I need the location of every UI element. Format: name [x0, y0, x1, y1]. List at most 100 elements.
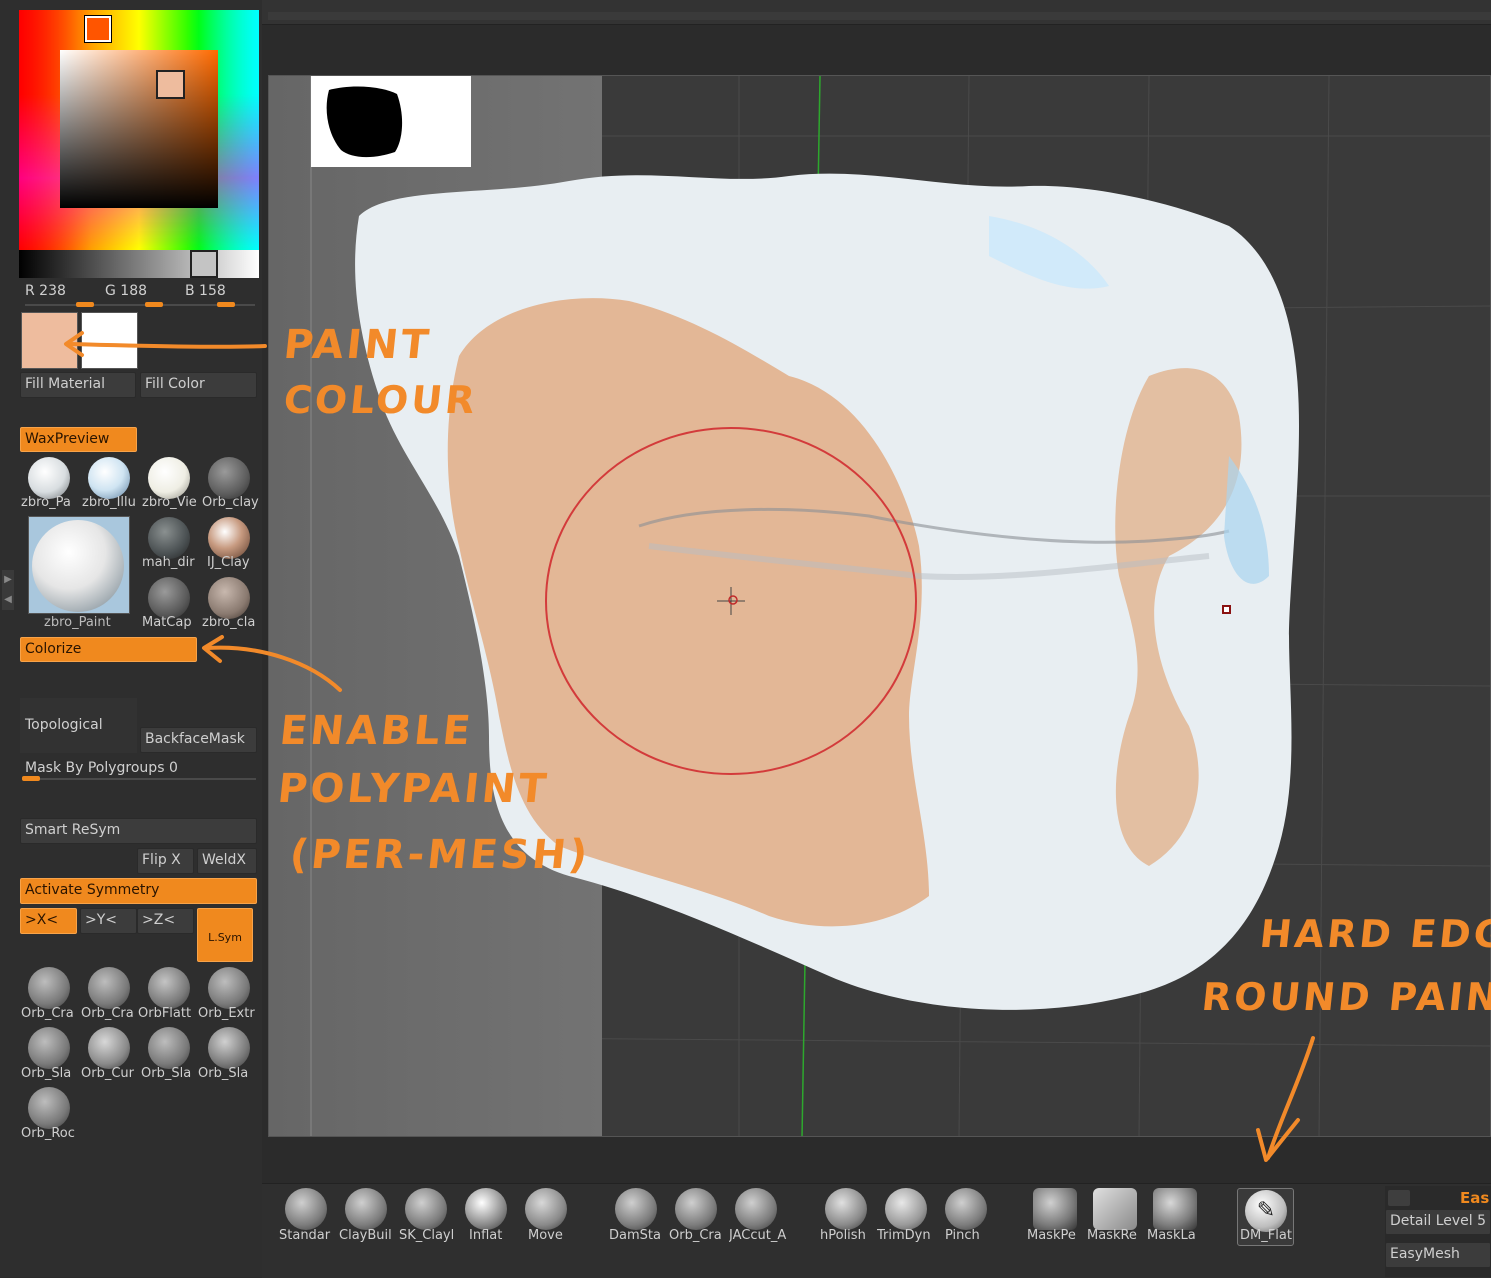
hue-selector[interactable] [84, 15, 112, 43]
symmetry-x-button[interactable]: >X< [20, 908, 77, 934]
r-slider-thumb[interactable] [76, 302, 94, 307]
weld-x-button[interactable]: WeldX [197, 848, 257, 874]
activate-symmetry-button[interactable]: Activate Symmetry [20, 878, 257, 904]
material-sphere-blue-icon[interactable] [88, 457, 130, 499]
r-value[interactable]: R 238 [25, 283, 66, 299]
material-big-sphere-icon [32, 520, 124, 612]
brush-crack-icon[interactable] [88, 967, 130, 1009]
brush-hpolish-icon[interactable] [825, 1188, 867, 1230]
smart-resym-button[interactable]: Smart ReSym [20, 818, 257, 844]
material-label: zbro_Vie [142, 495, 197, 510]
shelf-brush-label: SK_Clayl [399, 1228, 455, 1243]
saturation-value-square[interactable] [60, 50, 218, 208]
gray-slider-handle[interactable] [190, 250, 218, 278]
material-label: Orb_clay [202, 495, 259, 510]
shelf-brush-label: Inflat [469, 1228, 503, 1243]
annotation-hard-edge: HARD EDGE [1257, 912, 1491, 956]
shelf-brush-label: Orb_Cra [669, 1228, 722, 1243]
material-sphere-dark-icon[interactable] [148, 517, 190, 559]
brush-crack-icon[interactable] [28, 967, 70, 1009]
mask-by-polygroups-slider[interactable]: Mask By Polygroups 0 [25, 760, 178, 776]
brush-rock-icon[interactable] [28, 1087, 70, 1129]
brush-maskrect-icon[interactable] [1093, 1188, 1137, 1230]
brush-standard-icon[interactable] [285, 1188, 327, 1230]
main-color-swatch[interactable] [21, 312, 78, 369]
brush-jaccut-icon[interactable] [735, 1188, 777, 1230]
brush-label: Orb_Extr [198, 1006, 255, 1021]
color-selector[interactable] [156, 70, 185, 99]
shelf-brush-label: DamSta [609, 1228, 661, 1243]
fill-color-button[interactable]: Fill Color [140, 372, 257, 398]
active-brush-label: DM_Flat [1240, 1228, 1292, 1243]
brush-label: Orb_Sla [21, 1066, 72, 1081]
easymesh-button[interactable]: EasyMesh [1385, 1242, 1491, 1268]
topological-button[interactable]: Topological [25, 717, 103, 733]
shelf-brush-label: Standar [279, 1228, 331, 1243]
brush-slash-icon[interactable] [28, 1027, 70, 1069]
brush-label: Orb_Roc [21, 1126, 75, 1141]
local-symmetry-label: L.Sym [208, 931, 242, 944]
b-slider-thumb[interactable] [217, 302, 235, 307]
annotation-paint-colour: PAINT [281, 322, 434, 368]
material-sphere-brown-icon[interactable] [208, 577, 250, 619]
annotation-paint-colour-2: COLOUR [281, 378, 480, 422]
detail-level-slider[interactable]: Detail Level 5 [1385, 1209, 1491, 1235]
brush-label: Orb_Sla [141, 1066, 192, 1081]
material-sphere-gray-icon[interactable] [208, 457, 250, 499]
material-label: zbro_Pa [21, 495, 71, 510]
shelf-brush-label: Pinch [945, 1228, 980, 1243]
symmetry-z-button[interactable]: >Z< [137, 908, 194, 934]
material-big-label: zbro_Paint [44, 615, 111, 630]
backface-mask-button[interactable]: BackfaceMask [140, 727, 257, 753]
shelf-brush-label: Move [528, 1228, 563, 1243]
shelf-brush-label: ClayBuil [339, 1228, 392, 1243]
brush-label: Orb_Cra [21, 1006, 74, 1021]
flip-x-button[interactable]: Flip X [137, 848, 194, 874]
material-sphere-gray-icon[interactable] [148, 577, 190, 619]
shelf-brush-label: MaskPe [1027, 1228, 1076, 1243]
brush-label: OrbFlatt [138, 1006, 192, 1021]
brush-trimdynamic-icon[interactable] [885, 1188, 927, 1230]
brush-masklasso-icon[interactable] [1153, 1188, 1197, 1230]
paint-brush-icon: ✎ [1245, 1190, 1287, 1232]
brush-claybuildup-icon[interactable] [345, 1188, 387, 1230]
brush-inflate-icon[interactable] [465, 1188, 507, 1230]
shelf-brush-label: MaskLa [1147, 1228, 1196, 1243]
brush-pinch-icon[interactable] [945, 1188, 987, 1230]
alpha-preview-thumbnail [311, 76, 471, 167]
brush-label: Orb_Cur [81, 1066, 134, 1081]
alpha-shape [326, 86, 403, 158]
shelf-brush-label: JACcut_A [729, 1228, 787, 1243]
annotation-enable-polypaint-3: (PER-MESH) [287, 832, 593, 878]
brush-maskpen-icon[interactable] [1033, 1188, 1077, 1230]
material-sphere-skin-icon[interactable] [208, 517, 250, 559]
wax-preview-button[interactable]: WaxPreview [20, 427, 137, 452]
brush-slash-icon[interactable] [208, 1027, 250, 1069]
brush-slash-icon[interactable] [148, 1027, 190, 1069]
shelf-brush-label: MaskRe [1087, 1228, 1137, 1243]
brush-crack-icon[interactable] [675, 1188, 717, 1230]
annotation-enable-polypaint-2: POLYPAINT [275, 766, 552, 812]
brush-damstandard-icon[interactable] [615, 1188, 657, 1230]
secondary-color-swatch[interactable] [81, 312, 138, 369]
brush-curve-icon[interactable] [88, 1027, 130, 1069]
b-value[interactable]: B 158 [185, 283, 226, 299]
local-symmetry-button[interactable]: L.Sym [197, 908, 253, 962]
mask-polygroups-thumb[interactable] [22, 776, 40, 781]
brush-extrude-icon[interactable] [208, 967, 250, 1009]
material-sphere-cream-icon[interactable] [148, 457, 190, 499]
panel-collapse-arrows-icon[interactable]: ▶ ◀ [2, 570, 14, 610]
brush-flatten-icon[interactable] [148, 967, 190, 1009]
material-label: zbro_Illu [82, 495, 136, 510]
colorize-button[interactable]: Colorize [20, 637, 197, 662]
top-toolbar-strip [268, 12, 1491, 20]
material-sphere-white-icon[interactable] [28, 457, 70, 499]
g-slider-thumb[interactable] [145, 302, 163, 307]
brush-move-icon[interactable] [525, 1188, 567, 1230]
brush-sk-clay-icon[interactable] [405, 1188, 447, 1230]
gray-slider[interactable] [19, 250, 259, 278]
g-value[interactable]: G 188 [105, 283, 147, 299]
symmetry-y-button[interactable]: >Y< [80, 908, 137, 934]
easymesh-toggle[interactable] [1388, 1190, 1410, 1206]
fill-material-button[interactable]: Fill Material [20, 372, 136, 398]
